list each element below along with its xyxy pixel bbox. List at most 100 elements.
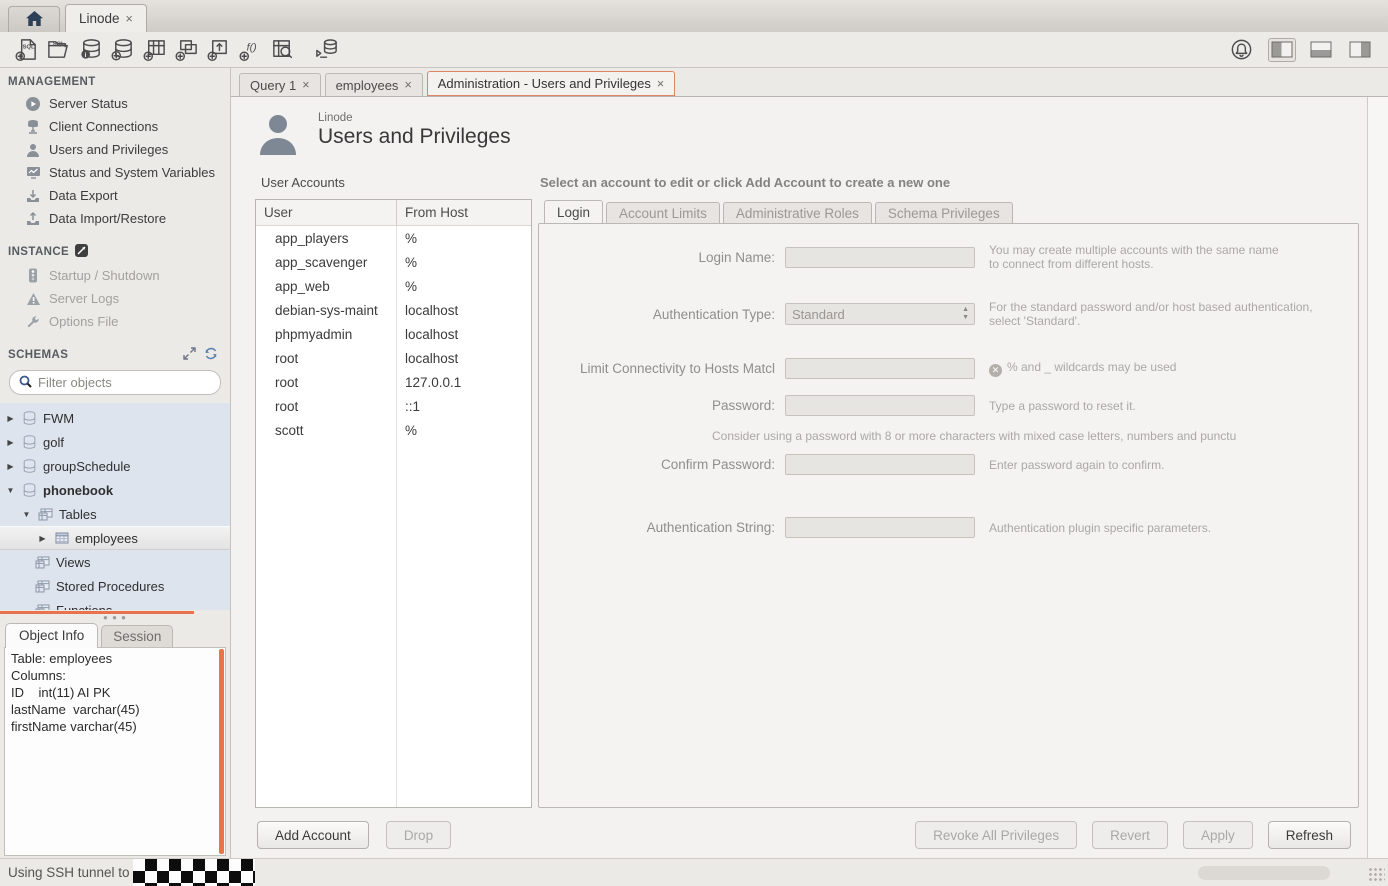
tab-administration-users[interactable]: Administration - Users and Privileges × [427, 71, 675, 96]
user-cell: debian-sys-maint [256, 298, 397, 322]
create-view-icon[interactable] [170, 36, 202, 64]
sidebar-item-server-status[interactable]: Server Status [0, 92, 230, 115]
table-empty-area [256, 442, 397, 807]
limit-hosts-field [785, 358, 975, 379]
sidebar-item-data-export[interactable]: Data Export [0, 184, 230, 207]
object-info-scrollbar[interactable] [219, 649, 224, 855]
tab-employees[interactable]: employees × [325, 73, 423, 96]
sidebar-item-client-connections[interactable]: Client Connections [0, 115, 230, 138]
spinner-arrows-icon: ▲▼ [962, 306, 969, 322]
search-table-data-icon[interactable] [266, 36, 298, 64]
tab-object-info[interactable]: Object Info [5, 623, 98, 648]
resize-grip[interactable] [1368, 867, 1385, 883]
new-sql-tab-icon[interactable]: SQL [10, 36, 42, 64]
notifications-icon[interactable] [1225, 36, 1257, 64]
instance-config-icon [75, 244, 88, 260]
object-info-line: ID int(11) AI PK [11, 684, 215, 701]
create-table-icon[interactable] [138, 36, 170, 64]
column-header-from-host[interactable]: From Host [397, 200, 468, 225]
svg-text:SQL: SQL [52, 42, 64, 48]
horizontal-scrollbar[interactable] [1198, 866, 1330, 880]
auth-type-value: Standard [792, 307, 845, 322]
close-icon[interactable]: × [657, 77, 664, 91]
create-function-icon[interactable]: f() [234, 36, 266, 64]
startup-shutdown-icon [25, 268, 41, 283]
reconnect-dbms-icon[interactable] [310, 36, 342, 64]
filter-objects-input[interactable] [38, 375, 214, 390]
close-icon[interactable]: × [302, 78, 309, 92]
create-procedure-icon[interactable] [202, 36, 234, 64]
data-export-icon [25, 189, 41, 203]
user-cell: app_scavenger [256, 250, 397, 274]
procedures-folder-icon [34, 580, 51, 593]
table-row[interactable]: root127.0.0.1 [256, 370, 531, 394]
connection-tab[interactable]: Linode × [65, 4, 147, 32]
window-tab-bar: Linode × [0, 0, 1388, 32]
svg-text:SQL: SQL [22, 45, 34, 51]
confirm-password-row: Confirm Password: Enter password again t… [539, 454, 1358, 475]
tab-login[interactable]: Login [544, 200, 603, 223]
system-variables-icon [25, 166, 41, 179]
toggle-right-panel-icon[interactable] [1346, 38, 1374, 62]
refresh-schemas-icon[interactable] [204, 347, 218, 363]
object-info-line: Table: employees [11, 650, 215, 667]
tree-item-views[interactable]: Views [0, 550, 230, 574]
search-icon [19, 375, 32, 391]
main-toolbar: SQL SQL i f() [0, 32, 1388, 68]
schema-icon [21, 483, 38, 497]
tab-query-1[interactable]: Query 1 × [239, 73, 321, 96]
table-row[interactable]: rootlocalhost [256, 346, 531, 370]
sidebar-item-data-import[interactable]: Data Import/Restore [0, 207, 230, 230]
sidebar-item-status-system-variables[interactable]: Status and System Variables [0, 161, 230, 184]
tree-item-functions[interactable]: Functions [0, 598, 230, 610]
tree-item-schema[interactable]: ▶golf [0, 430, 230, 454]
auth-type-row: Authentication Type: Standard ▲▼ For the… [539, 300, 1358, 328]
user-cell: root [256, 370, 397, 394]
toggle-bottom-panel-icon[interactable] [1307, 38, 1335, 62]
tab-session[interactable]: Session [101, 625, 173, 648]
create-schema-icon[interactable] [106, 36, 138, 64]
tree-item-schema-phonebook[interactable]: ▼phonebook [0, 478, 230, 502]
table-row[interactable]: scott% [256, 418, 531, 442]
tables-folder-icon [37, 508, 54, 521]
tree-item-tables[interactable]: ▼Tables [0, 502, 230, 526]
vertical-scrollbar-track[interactable] [1367, 97, 1388, 858]
host-cell: ::1 [397, 394, 420, 418]
status-bar: Using SSH tunnel to [0, 858, 1388, 886]
login-name-field [785, 247, 975, 268]
table-row[interactable]: app_web% [256, 274, 531, 298]
table-row[interactable]: debian-sys-maintlocalhost [256, 298, 531, 322]
tree-item-schema[interactable]: ▶groupSchedule [0, 454, 230, 478]
expand-schemas-icon[interactable] [183, 347, 196, 363]
schema-tree: ▶FWM ▶golf ▶groupSchedule ▼phonebook ▼Ta… [0, 403, 230, 610]
user-accounts-label: User Accounts [261, 175, 532, 190]
tree-item-schema[interactable]: ▶FWM [0, 406, 230, 430]
user-cell: root [256, 394, 397, 418]
refresh-button[interactable]: Refresh [1268, 821, 1351, 849]
column-header-user[interactable]: User [256, 200, 397, 225]
home-tab[interactable] [8, 6, 60, 32]
tab-schema-privileges: Schema Privileges [875, 202, 1013, 223]
revert-button: Revert [1092, 821, 1168, 849]
inspect-database-icon[interactable]: i [74, 36, 106, 64]
options-file-icon [25, 315, 41, 329]
table-row[interactable]: app_scavenger% [256, 250, 531, 274]
close-icon[interactable]: × [126, 12, 133, 26]
sidebar-item-users-privileges[interactable]: Users and Privileges [0, 138, 230, 161]
toggle-left-panel-icon[interactable] [1268, 38, 1296, 62]
tree-item-stored-procedures[interactable]: Stored Procedures [0, 574, 230, 598]
table-row[interactable]: phpmyadminlocalhost [256, 322, 531, 346]
schema-filter [9, 370, 221, 395]
add-account-button[interactable]: Add Account [257, 821, 369, 849]
tree-item-table-employees[interactable]: ▶employees [0, 526, 230, 550]
sidebar-splitter[interactable]: ● ● ● [0, 610, 230, 621]
tab-administrative-roles: Administrative Roles [723, 202, 872, 223]
sidebar-item-server-logs: Server Logs [0, 287, 230, 310]
table-row[interactable]: app_players% [256, 226, 531, 250]
server-status-icon [25, 97, 41, 111]
close-icon[interactable]: × [404, 78, 411, 92]
open-sql-script-icon[interactable]: SQL [42, 36, 74, 64]
table-row[interactable]: root::1 [256, 394, 531, 418]
clear-icon: ✕ [989, 364, 1002, 377]
tab-account-limits: Account Limits [606, 202, 720, 223]
